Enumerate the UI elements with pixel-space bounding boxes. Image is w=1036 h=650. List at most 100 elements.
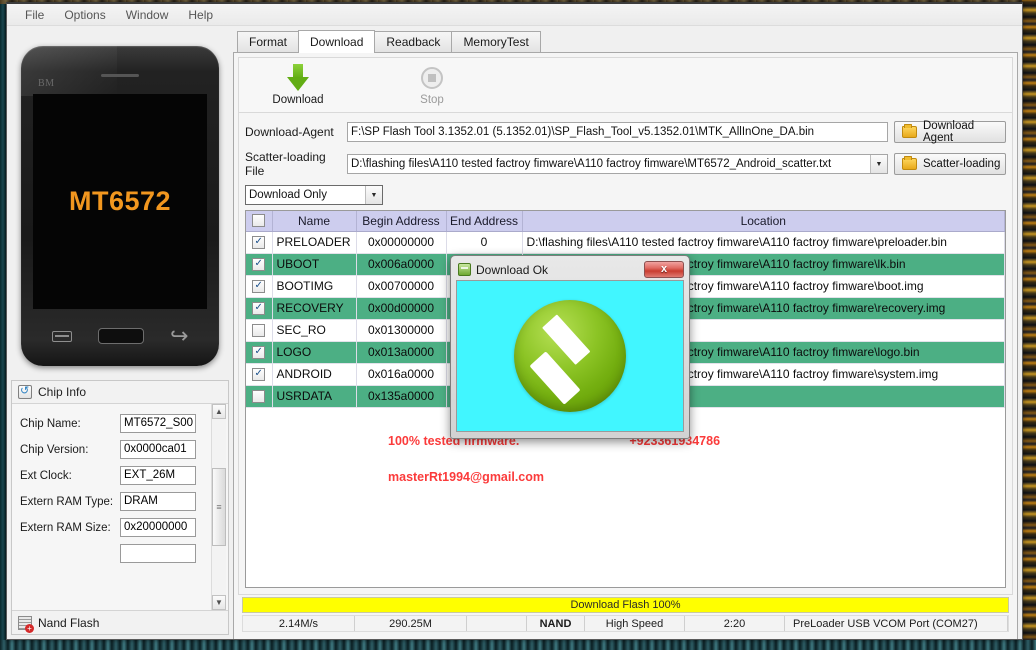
stop-circle-icon — [419, 64, 445, 92]
download-agent-button-label: Download Agent — [923, 120, 975, 144]
tab-readback[interactable]: Readback — [374, 31, 453, 52]
row-checkbox-cell[interactable]: ✓ — [246, 385, 273, 408]
row-name: ANDROID — [272, 363, 357, 386]
row-checkbox-cell[interactable]: ✓ — [246, 319, 273, 342]
select-all-checkbox[interactable]: ✓ — [252, 214, 266, 228]
row-name: RECOVERY — [272, 297, 357, 320]
row-checkbox[interactable]: ✓ — [252, 345, 266, 359]
download-button-label: Download — [272, 94, 324, 106]
download-ok-icon — [458, 263, 471, 276]
download-agent-input[interactable]: F:\SP Flash Tool 3.1352.01 (5.1352.01)\S… — [347, 122, 888, 142]
phone-screen: MT6572 — [33, 94, 207, 309]
download-agent-label: Download-Agent — [245, 125, 334, 139]
row-checkbox[interactable]: ✓ — [252, 323, 266, 337]
status-time: 2:20 — [685, 616, 785, 631]
row-checkbox-cell[interactable]: ✓ — [246, 341, 273, 364]
chip-name-value: MT6572_S00 — [120, 414, 196, 433]
chevron-down-icon[interactable]: ▼ — [870, 155, 887, 173]
scatter-loading-input[interactable]: D:\flashing files\A110 tested factroy fi… — [347, 154, 888, 174]
wallpaper-bottom-strip — [0, 640, 1036, 650]
chip-version-label: Chip Version: — [20, 443, 89, 456]
nand-flash-section[interactable]: Nand Flash — [12, 610, 228, 634]
row-begin-address: 0x013a0000 — [356, 341, 447, 364]
row-location: D:\flashing files\A110 tested factroy fi… — [522, 231, 1005, 254]
row-name: BOOTIMG — [272, 275, 357, 298]
row-checkbox[interactable]: ✓ — [252, 235, 266, 249]
extern-ram-size-value: 0x20000000 — [120, 518, 196, 537]
promo-line-2: masterRt1994@gmail.com — [246, 470, 1005, 484]
scatter-loading-label: Scatter-loading File — [245, 150, 326, 178]
table-header-row: ✓ Name Begin Address End Address Locatio… — [246, 211, 1005, 232]
chip-info-value-cut — [120, 544, 196, 563]
folder-icon — [902, 156, 917, 170]
menubar: File Options Window Help — [7, 4, 1022, 26]
download-mode-value: Download Only — [249, 189, 327, 201]
chip-info-row: Extern RAM Size: 0x20000000 — [20, 518, 207, 537]
row-begin-address: 0x00d00000 — [356, 297, 447, 320]
dialog-titlebar[interactable]: Download Ok x — [454, 259, 686, 280]
status-mode: High Speed — [585, 616, 685, 631]
row-begin-address: 0x00700000 — [356, 275, 447, 298]
ext-clock-label: Ext Clock: — [20, 469, 72, 482]
tab-memorytest[interactable]: MemoryTest — [451, 31, 541, 52]
download-button[interactable]: Download — [261, 64, 335, 106]
row-begin-address: 0x01300000 — [356, 319, 447, 342]
chip-info-header[interactable]: Chip Info — [12, 381, 228, 404]
promo-email: masterRt1994@gmail.com — [388, 469, 545, 484]
menu-options[interactable]: Options — [54, 6, 115, 24]
row-begin-address: 0x016a0000 — [356, 363, 447, 386]
column-header-begin[interactable]: Begin Address — [356, 211, 447, 232]
menu-file[interactable]: File — [15, 6, 54, 24]
row-name: LOGO — [272, 341, 357, 364]
scrollbar-track[interactable] — [212, 419, 226, 595]
chip-info-fields: Chip Name: MT6572_S00 Chip Version: 0x00… — [12, 404, 211, 610]
status-storage: NAND — [527, 616, 585, 631]
scatter-loading-value: D:\flashing files\A110 tested factroy fi… — [351, 158, 832, 170]
scatter-loading-button-label: Scatter-loading — [923, 158, 1001, 170]
phone-illustration: BM MT6572 ↩ — [21, 46, 219, 366]
column-header-name[interactable]: Name — [272, 211, 357, 232]
row-checkbox[interactable]: ✓ — [252, 367, 266, 381]
stop-button[interactable]: Stop — [395, 64, 469, 106]
device-preview: BM MT6572 ↩ — [11, 34, 229, 374]
row-checkbox[interactable]: ✓ — [252, 257, 266, 271]
chip-info-scrollbar[interactable]: ▲ ▼ — [211, 404, 226, 610]
table-row[interactable]: ✓ PRELOADER 0x00000000 0 D:\flashing fil… — [246, 231, 1005, 254]
row-checkbox[interactable]: ✓ — [252, 389, 266, 403]
row-checkbox-cell[interactable]: ✓ — [246, 253, 273, 276]
status-bar: 2.14M/s 290.25M NAND High Speed 2:20 Pre… — [242, 615, 1009, 632]
chip-info-panel: Chip Info Chip Name: MT6572_S00 Chip Ver… — [11, 380, 229, 635]
column-header-location[interactable]: Location — [522, 211, 1005, 232]
row-checkbox[interactable]: ✓ — [252, 301, 266, 315]
row-checkbox-cell[interactable]: ✓ — [246, 275, 273, 298]
scroll-down-icon[interactable]: ▼ — [212, 595, 226, 610]
row-checkbox-cell[interactable]: ✓ — [246, 231, 273, 254]
row-checkbox-cell[interactable]: ✓ — [246, 363, 273, 386]
scrollbar-thumb[interactable] — [212, 468, 226, 546]
tabstrip: Format Download Readback MemoryTest — [233, 30, 1018, 53]
folder-icon — [902, 124, 917, 138]
ext-clock-value: EXT_26M — [120, 466, 196, 485]
stop-button-label: Stop — [420, 94, 444, 106]
row-checkbox-cell[interactable]: ✓ — [246, 297, 273, 320]
left-panel: BM MT6572 ↩ Chip Info — [11, 30, 229, 639]
menu-window[interactable]: Window — [116, 6, 179, 24]
download-mode-select[interactable]: Download Only ▼ — [245, 185, 383, 205]
scroll-up-icon[interactable]: ▲ — [212, 404, 226, 419]
download-agent-browse-button[interactable]: Download Agent — [894, 120, 1006, 144]
progress-label: Download Flash 100% — [570, 599, 681, 611]
menu-help[interactable]: Help — [178, 6, 223, 24]
scatter-loading-row: Scatter-loading File D:\flashing files\A… — [245, 150, 1006, 178]
scatter-loading-browse-button[interactable]: Scatter-loading — [894, 153, 1006, 175]
chevron-down-icon[interactable]: ▼ — [365, 186, 382, 204]
tab-format[interactable]: Format — [237, 31, 300, 52]
select-all-header[interactable]: ✓ — [246, 211, 273, 232]
status-port: PreLoader USB VCOM Port (COM27) — [785, 616, 1008, 631]
progress-bar: Download Flash 100% — [242, 597, 1009, 613]
sp-flash-tool-window: File Options Window Help BM MT6572 ↩ ↺ C… — [6, 2, 1023, 640]
column-header-end[interactable]: End Address — [446, 211, 523, 232]
row-checkbox[interactable]: ✓ — [252, 279, 266, 293]
close-icon[interactable]: x — [644, 261, 684, 278]
tab-download[interactable]: Download — [298, 30, 376, 53]
extern-ram-size-label: Extern RAM Size: — [20, 521, 111, 534]
